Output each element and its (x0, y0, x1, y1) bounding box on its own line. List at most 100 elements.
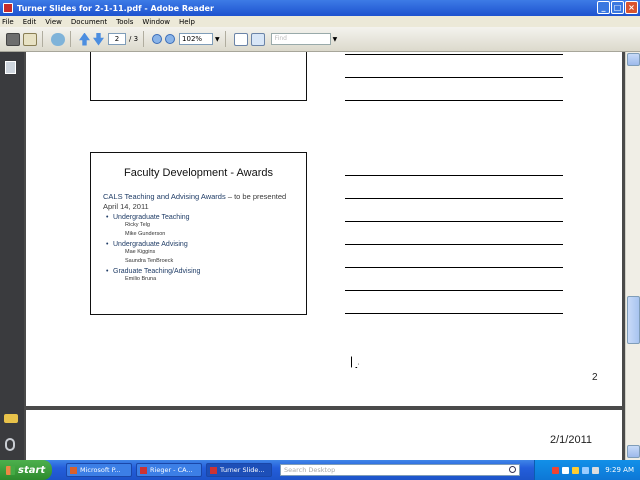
attachments-panel-icon[interactable] (5, 438, 15, 451)
menu-file[interactable]: File (2, 18, 14, 26)
title-bar: Turner Slides for 2-1-11.pdf - Adobe Rea… (0, 0, 640, 16)
zoom-in-icon (165, 34, 176, 44)
arrow-down-icon (93, 32, 104, 46)
start-label: start (18, 464, 46, 476)
notes-line (345, 221, 563, 222)
scrollbar-thumb[interactable] (627, 296, 640, 344)
zoom-out-button[interactable] (152, 31, 163, 47)
adobe-reader-icon (3, 3, 13, 13)
page-number: 2 (592, 372, 598, 383)
slide-title: Faculty Development - Awards (124, 167, 273, 179)
find-dropdown-icon[interactable]: ▼ (333, 36, 338, 43)
notes-line (345, 313, 563, 314)
toolbar-divider (143, 31, 145, 47)
menu-document[interactable]: Document (71, 18, 107, 26)
tray-icon[interactable] (562, 466, 570, 474)
menu-help[interactable]: Help (179, 18, 195, 26)
notes-line (345, 77, 563, 78)
taskbar-item-powerpoint[interactable]: Microsoft P... (66, 463, 132, 477)
page-date: 2/1/2011 (550, 434, 593, 446)
award-category: Undergraduate Teaching (103, 214, 293, 221)
fit-width-button[interactable] (250, 31, 265, 47)
pdf-icon (140, 466, 147, 474)
system-tray: 9:29 AM (534, 460, 640, 480)
window-title: Turner Slides for 2-1-11.pdf - Adobe Rea… (17, 3, 214, 13)
menu-edit[interactable]: Edit (23, 18, 37, 26)
task-label: Rieger - CA... (150, 466, 193, 474)
search-icon[interactable] (509, 466, 516, 473)
comments-panel-icon[interactable] (4, 414, 18, 423)
page-total-label: / 3 (129, 35, 139, 43)
find-input[interactable]: Find (270, 33, 331, 45)
notes-line (345, 290, 563, 291)
chevron-down-icon[interactable]: ▼ (215, 36, 220, 43)
clock: 9:29 AM (605, 466, 634, 474)
taskbar: start Microsoft P... Rieger - CA... Turn… (0, 460, 640, 480)
maximize-button[interactable]: □ (611, 1, 624, 14)
task-label: Turner Slide... (220, 466, 265, 474)
award-recipient: Mae Kiggins (125, 249, 156, 255)
start-button[interactable]: start (0, 460, 52, 480)
notes-line (345, 100, 563, 101)
pages-panel-icon[interactable] (5, 61, 16, 74)
pdf-icon (210, 466, 217, 474)
zoom-in-button[interactable] (165, 31, 176, 47)
envelope-icon (23, 32, 37, 46)
desktop-search-input[interactable]: Search Desktop (280, 464, 520, 476)
fit-width-icon (250, 32, 265, 46)
volume-icon[interactable] (592, 466, 600, 474)
tray-icon[interactable] (572, 466, 580, 474)
toolbar-divider (224, 31, 226, 47)
tray-icon[interactable] (552, 466, 560, 474)
menu-window[interactable]: Window (142, 18, 170, 26)
search-placeholder: Search Desktop (284, 466, 336, 474)
notes-line (345, 267, 563, 268)
scroll-down-button[interactable] (627, 445, 640, 458)
navigation-panel (0, 52, 24, 460)
print-button[interactable] (6, 31, 20, 47)
menu-view[interactable]: View (45, 18, 62, 26)
windows-flag-icon (6, 465, 15, 475)
menu-bar: File Edit View Document Tools Window Hel… (0, 16, 640, 27)
slide-thumbnail: Faculty Development - Awards CALS Teachi… (90, 152, 307, 315)
notes-line (345, 198, 563, 199)
email-button[interactable] (23, 31, 37, 47)
fit-page-icon (233, 32, 248, 46)
powerpoint-icon (70, 466, 77, 474)
fit-page-button[interactable] (233, 31, 248, 47)
taskbar-item-turner-slides[interactable]: Turner Slide... (206, 463, 272, 477)
notes-line (345, 54, 563, 55)
document-view[interactable]: Faculty Development - Awards CALS Teachi… (24, 52, 625, 460)
award-recipient: Ricky Telg (125, 222, 150, 228)
page-number-input[interactable]: 2 (108, 33, 126, 45)
menu-tools[interactable]: Tools (116, 18, 133, 26)
award-recipient: Mike Gunderson (125, 231, 166, 237)
previous-page-button[interactable] (79, 31, 90, 47)
minimize-button[interactable]: _ (597, 1, 610, 14)
vertical-scrollbar[interactable] (625, 52, 640, 460)
award-name: CALS Teaching and Advising Awards (103, 192, 226, 201)
next-page-button[interactable] (93, 31, 104, 47)
award-category: Graduate Teaching/Advising (103, 268, 293, 275)
award-category: Undergraduate Advising (103, 241, 293, 248)
zoom-level-select[interactable]: 102% (179, 33, 214, 45)
award-recipient: Emilio Bruna (125, 276, 157, 282)
scroll-up-button[interactable] (627, 53, 640, 66)
taskbar-item-rieger[interactable]: Rieger - CA... (136, 463, 202, 477)
app-window: Turner Slides for 2-1-11.pdf - Adobe Rea… (0, 0, 640, 480)
notes-line (345, 244, 563, 245)
pdf-page-next: 2/1/2011 (26, 410, 622, 460)
notes-line (345, 175, 563, 176)
slide-body: CALS Teaching and Advising Awards – to b… (103, 192, 293, 284)
collaborate-button[interactable] (51, 31, 65, 47)
tray-icon[interactable] (582, 466, 590, 474)
arrow-up-icon (79, 32, 90, 46)
toolbar-divider (70, 31, 71, 47)
mouse-cursor-icon (351, 356, 359, 368)
slide-lead-text: CALS Teaching and Advising Awards – to b… (103, 192, 293, 212)
previous-slide-thumbnail (90, 52, 307, 101)
toolbar-divider (42, 31, 43, 47)
task-label: Microsoft P... (80, 466, 121, 474)
printer-icon (6, 32, 20, 46)
close-button[interactable]: × (625, 1, 638, 14)
